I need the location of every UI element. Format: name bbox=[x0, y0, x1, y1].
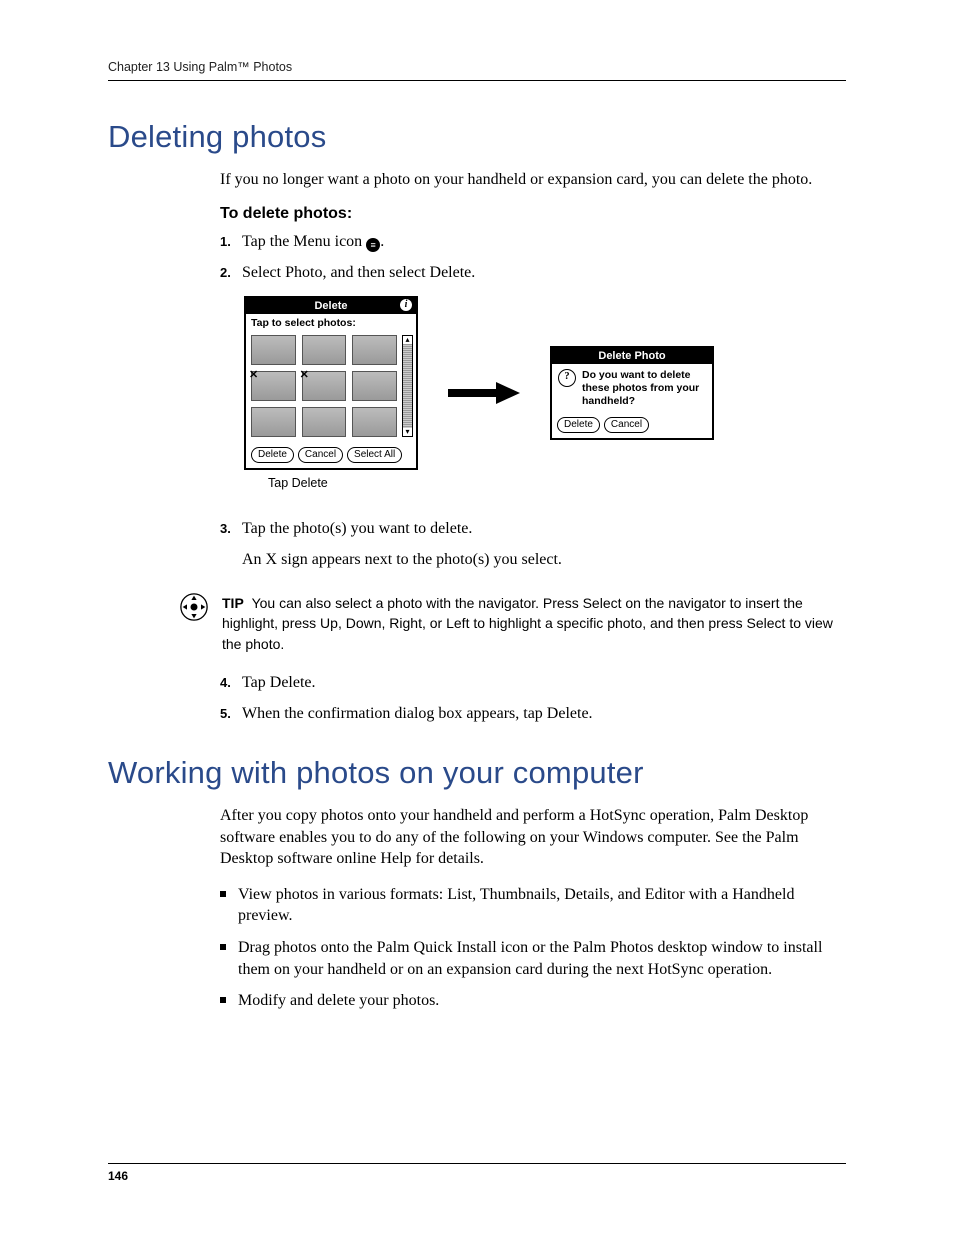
dialog-cancel-button: Cancel bbox=[604, 417, 649, 433]
photo-thumbnail bbox=[251, 407, 296, 437]
bullet-text: Modify and delete your photos. bbox=[238, 990, 439, 1012]
photo-thumbnail bbox=[352, 371, 397, 401]
dialog-title: Delete Photo bbox=[552, 348, 712, 364]
info-icon: i bbox=[400, 299, 412, 311]
bullet-text: View photos in various formats: List, Th… bbox=[238, 884, 846, 927]
bullet-text: Drag photos onto the Palm Quick Install … bbox=[238, 937, 846, 980]
step-4-text: Tap Delete. bbox=[242, 672, 846, 694]
step-2: 2. Select Photo, and then select Delete. bbox=[220, 262, 846, 284]
step-5: 5. When the confirmation dialog box appe… bbox=[220, 703, 846, 725]
thumbnail-grid bbox=[246, 331, 402, 443]
step-1-text-b: . bbox=[380, 233, 384, 250]
step-number: 3. bbox=[220, 518, 242, 538]
step-number: 2. bbox=[220, 262, 242, 282]
bullet-icon bbox=[220, 884, 238, 897]
bullet-icon bbox=[220, 990, 238, 1003]
dialog-text: Do you want to delete these photos from … bbox=[582, 369, 706, 408]
step-1-text-a: Tap the Menu icon bbox=[242, 233, 366, 250]
photo-thumbnail bbox=[302, 407, 347, 437]
bullet-item: Modify and delete your photos. bbox=[220, 990, 846, 1012]
heading-deleting-photos: Deleting photos bbox=[108, 119, 846, 155]
bullet-item: Drag photos onto the Palm Quick Install … bbox=[220, 937, 846, 980]
photo-thumbnail bbox=[352, 407, 397, 437]
delete-button: Delete bbox=[251, 447, 294, 463]
palm-screen-subtitle: Tap to select photos: bbox=[246, 314, 416, 331]
dialog-delete-button: Delete bbox=[557, 417, 600, 433]
step-number: 5. bbox=[220, 703, 242, 723]
tip-block: TIP You can also select a photo with the… bbox=[222, 593, 846, 654]
step-1: 1. Tap the Menu icon ≡. bbox=[220, 231, 846, 253]
photo-thumbnail bbox=[251, 335, 296, 365]
step-number: 4. bbox=[220, 672, 242, 692]
section2-intro: After you copy photos onto your handheld… bbox=[220, 805, 846, 870]
running-head: Chapter 13 Using Palm™ Photos bbox=[108, 60, 846, 81]
question-icon: ? bbox=[558, 369, 576, 387]
palm-confirm-dialog: Delete Photo ? Do you want to delete the… bbox=[550, 346, 714, 440]
select-all-button: Select All bbox=[347, 447, 402, 463]
photo-thumbnail bbox=[251, 371, 296, 401]
palm-screen-title: Delete i bbox=[246, 298, 416, 314]
intro-paragraph: If you no longer want a photo on your ha… bbox=[220, 169, 846, 191]
cancel-button: Cancel bbox=[298, 447, 343, 463]
step-3: 3. Tap the photo(s) you want to delete. … bbox=[220, 518, 846, 571]
subhead-to-delete: To delete photos: bbox=[220, 205, 846, 223]
figure-caption: Tap Delete bbox=[268, 476, 418, 490]
menu-icon: ≡ bbox=[366, 238, 380, 252]
bullet-item: View photos in various formats: List, Th… bbox=[220, 884, 846, 927]
step-3-note: An X sign appears next to the photo(s) y… bbox=[242, 549, 846, 571]
page: Chapter 13 Using Palm™ Photos Deleting p… bbox=[0, 0, 954, 1235]
bullet-icon bbox=[220, 937, 238, 950]
navigator-icon bbox=[180, 593, 208, 626]
tip-text: You can also select a photo with the nav… bbox=[222, 595, 833, 652]
tip-label: TIP bbox=[222, 595, 244, 611]
step-number: 1. bbox=[220, 231, 242, 251]
step-5-text: When the confirmation dialog box appears… bbox=[242, 703, 846, 725]
page-number: 146 bbox=[108, 1163, 846, 1183]
scrollbar: ▴ ▾ bbox=[402, 335, 413, 437]
scroll-up-icon: ▴ bbox=[405, 336, 409, 344]
step-4: 4. Tap Delete. bbox=[220, 672, 846, 694]
figure-row: Delete i Tap to select photos: bbox=[244, 296, 846, 490]
palm-delete-screen: Delete i Tap to select photos: bbox=[244, 296, 418, 470]
photo-thumbnail bbox=[302, 335, 347, 365]
step-2-text: Select Photo, and then select Delete. bbox=[242, 262, 846, 284]
arrow-icon bbox=[448, 382, 520, 404]
heading-working-with-photos: Working with photos on your computer bbox=[108, 755, 846, 791]
photo-thumbnail bbox=[302, 371, 347, 401]
scroll-down-icon: ▾ bbox=[405, 428, 409, 436]
photo-thumbnail bbox=[352, 335, 397, 365]
step-3-text: Tap the photo(s) you want to delete. bbox=[242, 520, 472, 537]
